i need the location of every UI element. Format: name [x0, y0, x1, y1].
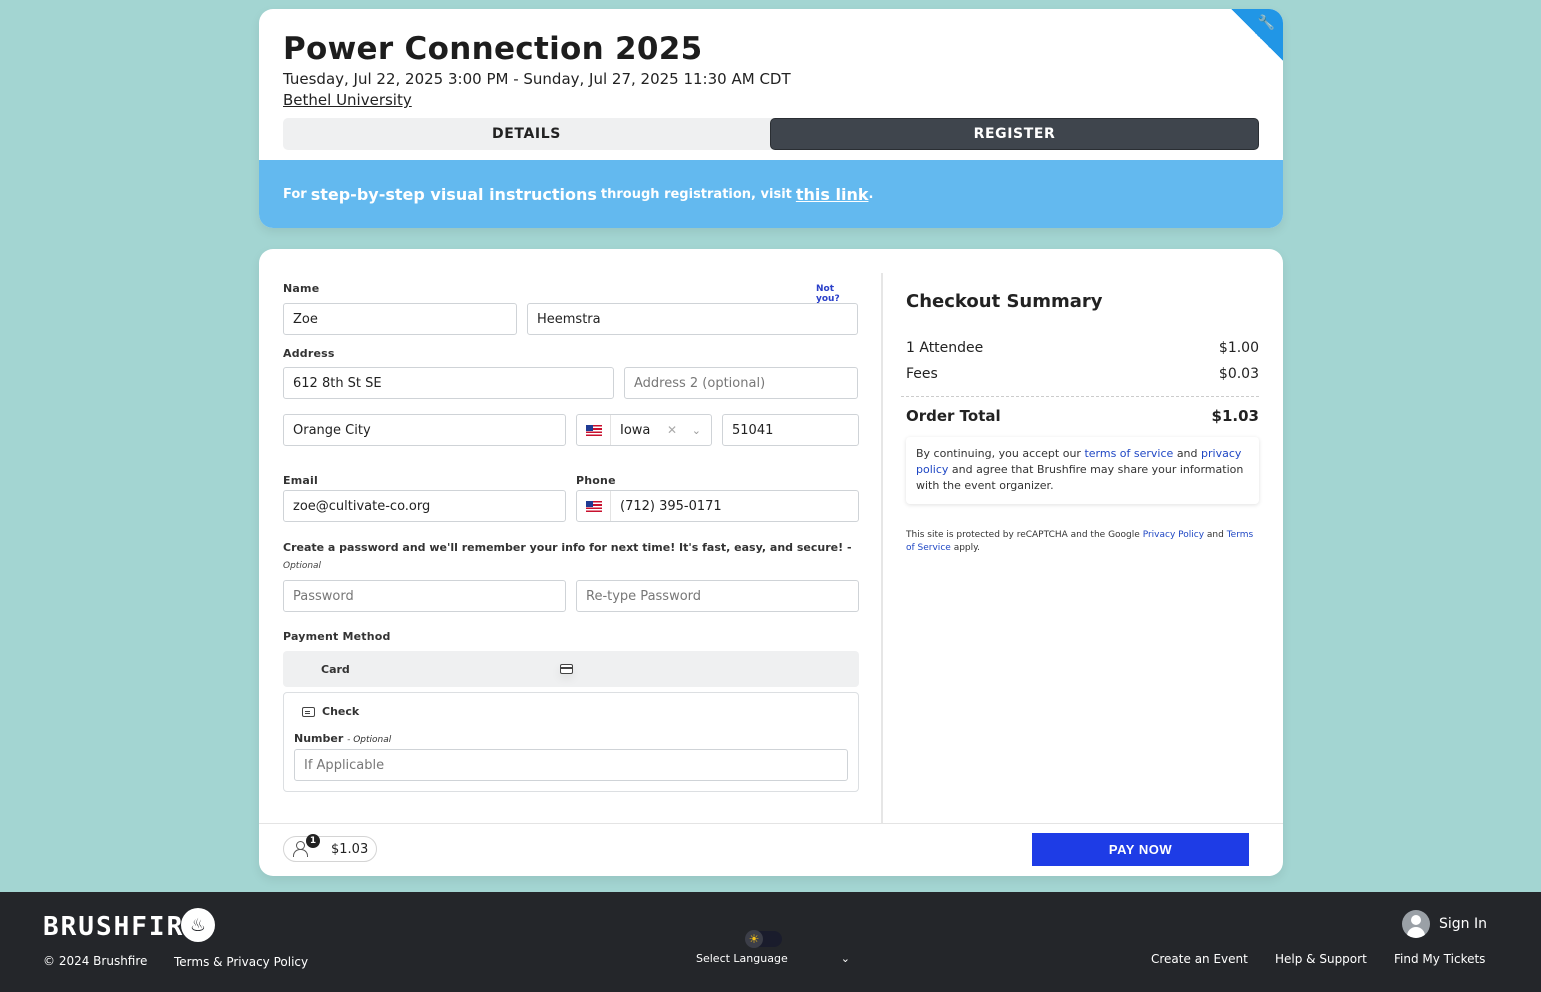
password-input[interactable]: Password [283, 580, 566, 612]
check-number-label-text: Number [294, 732, 344, 745]
event-venue-link[interactable]: Bethel University [283, 91, 412, 109]
banner-instructions-link[interactable]: this link [796, 185, 869, 204]
site-footer: BRUSHFIRE ♨ © 2024 Brushfire Terms & Pri… [0, 892, 1541, 992]
password-note-sep: - [843, 541, 852, 554]
summary-row-value: $1.00 [1218, 340, 1259, 356]
terms-text: and agree that Brushfire may share your … [916, 463, 1244, 492]
clear-icon[interactable]: ✕ [667, 423, 677, 437]
summary-separator [901, 396, 1259, 397]
password-note-optional: Optional [283, 561, 322, 571]
recaptcha-text: This site is protected by reCAPTCHA and … [906, 530, 1140, 540]
flame-icon: ♨ [181, 908, 215, 942]
us-flag-icon [577, 415, 611, 445]
event-dates: Tuesday, Jul 22, 2025 3:00 PM - Sunday, … [283, 70, 791, 88]
zip-input[interactable]: 51041 [722, 414, 859, 446]
not-you-link[interactable]: Not you? [816, 284, 859, 304]
check-icon [302, 706, 315, 717]
google-privacy-link[interactable]: Privacy Policy [1143, 530, 1204, 540]
payment-card-label: Card [321, 662, 350, 676]
footer-link-find-tickets[interactable]: Find My Tickets [1394, 952, 1485, 966]
payment-option-check[interactable]: Check Number - Optional If Applicable [283, 692, 859, 792]
payment-check-header[interactable]: Check [302, 705, 359, 718]
last-name-input[interactable]: Heemstra [527, 303, 858, 335]
recaptcha-notice: This site is protected by reCAPTCHA and … [906, 529, 1259, 555]
payment-option-card[interactable]: Card [283, 651, 859, 687]
summary-row-value: $0.03 [1218, 366, 1259, 382]
chevron-down-icon[interactable]: ⌄ [692, 424, 701, 437]
event-tabs: DETAILS REGISTER [283, 118, 1259, 150]
us-flag-icon [577, 491, 611, 521]
terms-text: and [1176, 447, 1198, 460]
phone-input[interactable]: (712) 395-0171 [576, 490, 859, 522]
terms-text: By continuing, you accept our [916, 447, 1081, 460]
footer-link-help[interactable]: Help & Support [1275, 952, 1367, 966]
recaptcha-text: and [1206, 530, 1224, 540]
summary-order-total: Order Total $1.03 [906, 407, 1259, 425]
cart-summary-pill[interactable]: 1 $1.03 [283, 834, 377, 862]
banner-emphasis: step-by-step visual instructions [310, 184, 597, 204]
instructions-banner: For step-by-step visual instructions thr… [259, 160, 1283, 228]
state-value: Iowa [620, 422, 651, 438]
attendee-count-badge: 1 [306, 834, 320, 848]
email-label: Email [283, 474, 318, 487]
password-note: Create a password and we'll remember you… [283, 539, 859, 575]
summary-row-label: Fees [906, 366, 938, 382]
state-select[interactable]: Iowa ✕ ⌄ [576, 414, 712, 446]
sign-in-link[interactable]: Sign In [1439, 916, 1487, 932]
terms-of-service-link[interactable]: terms of service [1084, 447, 1173, 460]
banner-middle: through registration, visit [600, 186, 792, 202]
payment-check-label: Check [322, 705, 360, 718]
banner-prefix: For [283, 186, 307, 202]
phone-value: (712) 395-0171 [620, 498, 722, 514]
footer-terms-link[interactable]: Terms & Privacy Policy [174, 955, 308, 969]
summary-row-attendee: 1 Attendee $1.00 [906, 340, 1259, 356]
tab-register[interactable]: REGISTER [770, 118, 1259, 150]
admin-corner-ribbon[interactable]: 🔧 [1231, 9, 1283, 61]
check-number-optional: - Optional [347, 735, 392, 745]
wrench-icon: 🔧 [1257, 15, 1275, 31]
email-input[interactable]: zoe@cultivate-co.org [283, 490, 566, 522]
chevron-down-icon: ⌄ [840, 952, 850, 965]
tab-details[interactable]: DETAILS [283, 118, 770, 150]
payment-method-label: Payment Method [283, 630, 391, 643]
sun-icon: ☀ [745, 930, 763, 948]
address-label: Address [283, 347, 335, 360]
column-divider [881, 273, 883, 823]
password-note-text: Create a password and we'll remember you… [283, 541, 844, 554]
check-number-label: Number - Optional [294, 732, 391, 745]
address1-input[interactable]: 612 8th St SE [283, 367, 614, 399]
user-avatar-icon[interactable] [1402, 910, 1430, 938]
check-number-input[interactable]: If Applicable [294, 749, 848, 781]
summary-title: Checkout Summary [906, 291, 1103, 312]
address2-input[interactable]: Address 2 (optional) [624, 367, 858, 399]
recaptcha-text: apply. [953, 543, 981, 553]
credit-card-icon [560, 664, 573, 674]
event-header-card: Power Connection 2025 Tuesday, Jul 22, 2… [259, 9, 1283, 228]
theme-toggle[interactable]: ☀ [745, 930, 782, 948]
brushfire-logo[interactable]: BRUSHFIRE [43, 912, 202, 942]
registration-form-card: Name Not you? Zoe Heemstra Address 612 8… [259, 249, 1283, 876]
terms-notice: By continuing, you accept our terms of s… [906, 437, 1259, 504]
order-total-value: $1.03 [1211, 407, 1259, 425]
checkout-bottom-bar: 1 $1.03 PAY NOW [259, 823, 1283, 876]
language-select-label: Select Language [696, 952, 788, 965]
cart-total: $1.03 [331, 841, 369, 857]
attendee-form: Name Not you? Zoe Heemstra Address 612 8… [283, 249, 859, 823]
language-select[interactable]: Select Language ⌄ [696, 952, 850, 965]
event-title: Power Connection 2025 [283, 31, 703, 67]
pay-now-button[interactable]: PAY NOW [1032, 833, 1249, 866]
summary-row-label: 1 Attendee [906, 340, 984, 356]
order-total-label: Order Total [906, 407, 1001, 425]
city-input[interactable]: Orange City [283, 414, 566, 446]
phone-label: Phone [576, 474, 616, 487]
footer-link-create-event[interactable]: Create an Event [1151, 952, 1248, 966]
footer-copyright: © 2024 Brushfire [43, 954, 148, 968]
name-label: Name [283, 282, 320, 295]
banner-suffix: . [868, 186, 874, 202]
retype-password-input[interactable]: Re-type Password [576, 580, 859, 612]
first-name-input[interactable]: Zoe [283, 303, 517, 335]
summary-row-fees: Fees $0.03 [906, 366, 1259, 382]
